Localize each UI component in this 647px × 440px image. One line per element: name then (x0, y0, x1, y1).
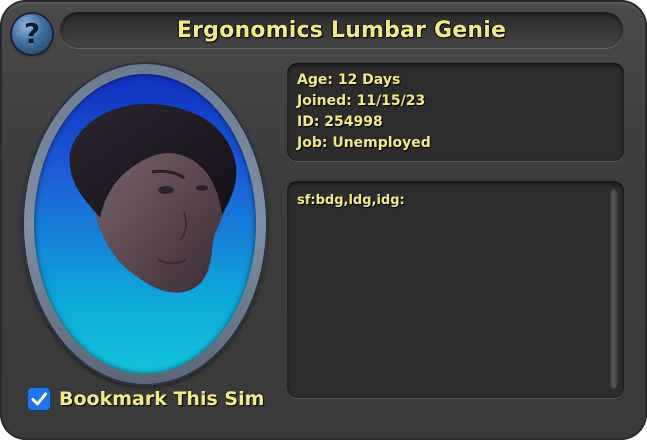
info-panel: Age: 12 Days Joined: 11/15/23 ID: 254998… (287, 63, 624, 161)
bookmark-label: Bookmark This Sim (59, 388, 265, 410)
age-text: Age: 12 Days (297, 72, 401, 88)
sim-name-title: Ergonomics Lumbar Genie (176, 17, 507, 43)
help-button[interactable]: ? (12, 14, 52, 54)
description-scrollbar[interactable] (610, 189, 618, 389)
sim-profile-card: ? Ergonomics Lumbar Genie Age: 12 Days J… (0, 0, 647, 440)
help-icon: ? (23, 16, 41, 50)
title-bar: Ergonomics Lumbar Genie (60, 12, 623, 48)
sim-head-image (69, 103, 237, 293)
bookmark-checkbox[interactable] (28, 388, 50, 410)
description-text: sf:bdg,ldg,idg: (297, 193, 405, 208)
bookmark-sim-toggle[interactable]: Bookmark This Sim (28, 385, 264, 413)
id-text: ID: 254998 (297, 114, 383, 130)
job-text: Job: Unemployed (297, 135, 431, 151)
sim-portrait (34, 74, 256, 374)
joined-text: Joined: 11/15/23 (297, 93, 426, 109)
description-panel[interactable]: sf:bdg,ldg,idg: (287, 181, 624, 398)
checkmark-icon (31, 392, 47, 406)
